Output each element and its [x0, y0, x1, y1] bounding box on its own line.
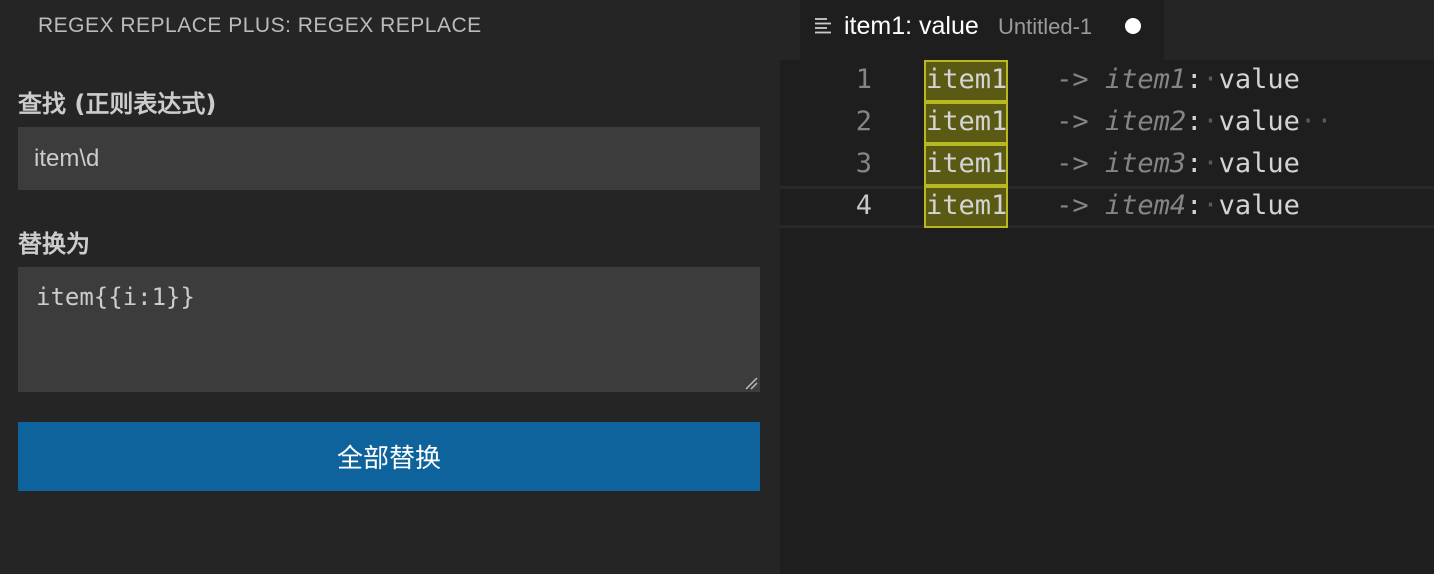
replace-all-button[interactable]: 全部替换: [18, 422, 760, 491]
line-text: item1 -> item4:·value: [926, 190, 1300, 221]
editor: item1: value Untitled-1 1 item1 -> item1…: [780, 0, 1434, 574]
tab-untitled-1[interactable]: item1: value Untitled-1: [800, 0, 1164, 60]
find-input[interactable]: [18, 127, 760, 190]
replace-label: 替换为: [18, 230, 90, 258]
tab-title: item1: value: [844, 12, 979, 40]
line-number: 1: [855, 64, 872, 95]
tab-description: Untitled-1: [998, 14, 1093, 39]
code-line: 2 item1 -> item2:·value··: [780, 102, 1434, 144]
resize-handle-icon[interactable]: [744, 376, 758, 390]
line-text: item1 -> item2:·value··: [926, 106, 1333, 137]
regex-replace-panel: REGEX REPLACE PLUS: REGEX REPLACE 查找 (正则…: [0, 0, 780, 574]
panel-title: REGEX REPLACE PLUS: REGEX REPLACE: [38, 14, 482, 37]
line-text: item1 -> item1:·value: [926, 64, 1300, 95]
code-line: 3 item1 -> item3:·value: [780, 144, 1434, 186]
find-label: 查找 (正则表达式): [18, 90, 217, 118]
code-line: 1 item1 -> item1:·value: [780, 60, 1434, 102]
tab-strip: item1: value Untitled-1: [780, 0, 1434, 60]
line-number: 4: [855, 190, 872, 221]
line-number: 2: [855, 106, 872, 137]
line-text: item1 -> item3:·value: [926, 148, 1300, 179]
code-line-current: 4 item1 -> item4:·value: [780, 186, 1434, 228]
code-area[interactable]: 1 item1 -> item1:·value 2 item1 -> item2…: [780, 60, 1434, 574]
unsaved-dot-icon[interactable]: [1125, 18, 1141, 34]
replace-textarea[interactable]: item{{i:1}}: [18, 267, 760, 392]
line-number: 3: [855, 148, 872, 179]
text-file-icon: [815, 18, 831, 34]
